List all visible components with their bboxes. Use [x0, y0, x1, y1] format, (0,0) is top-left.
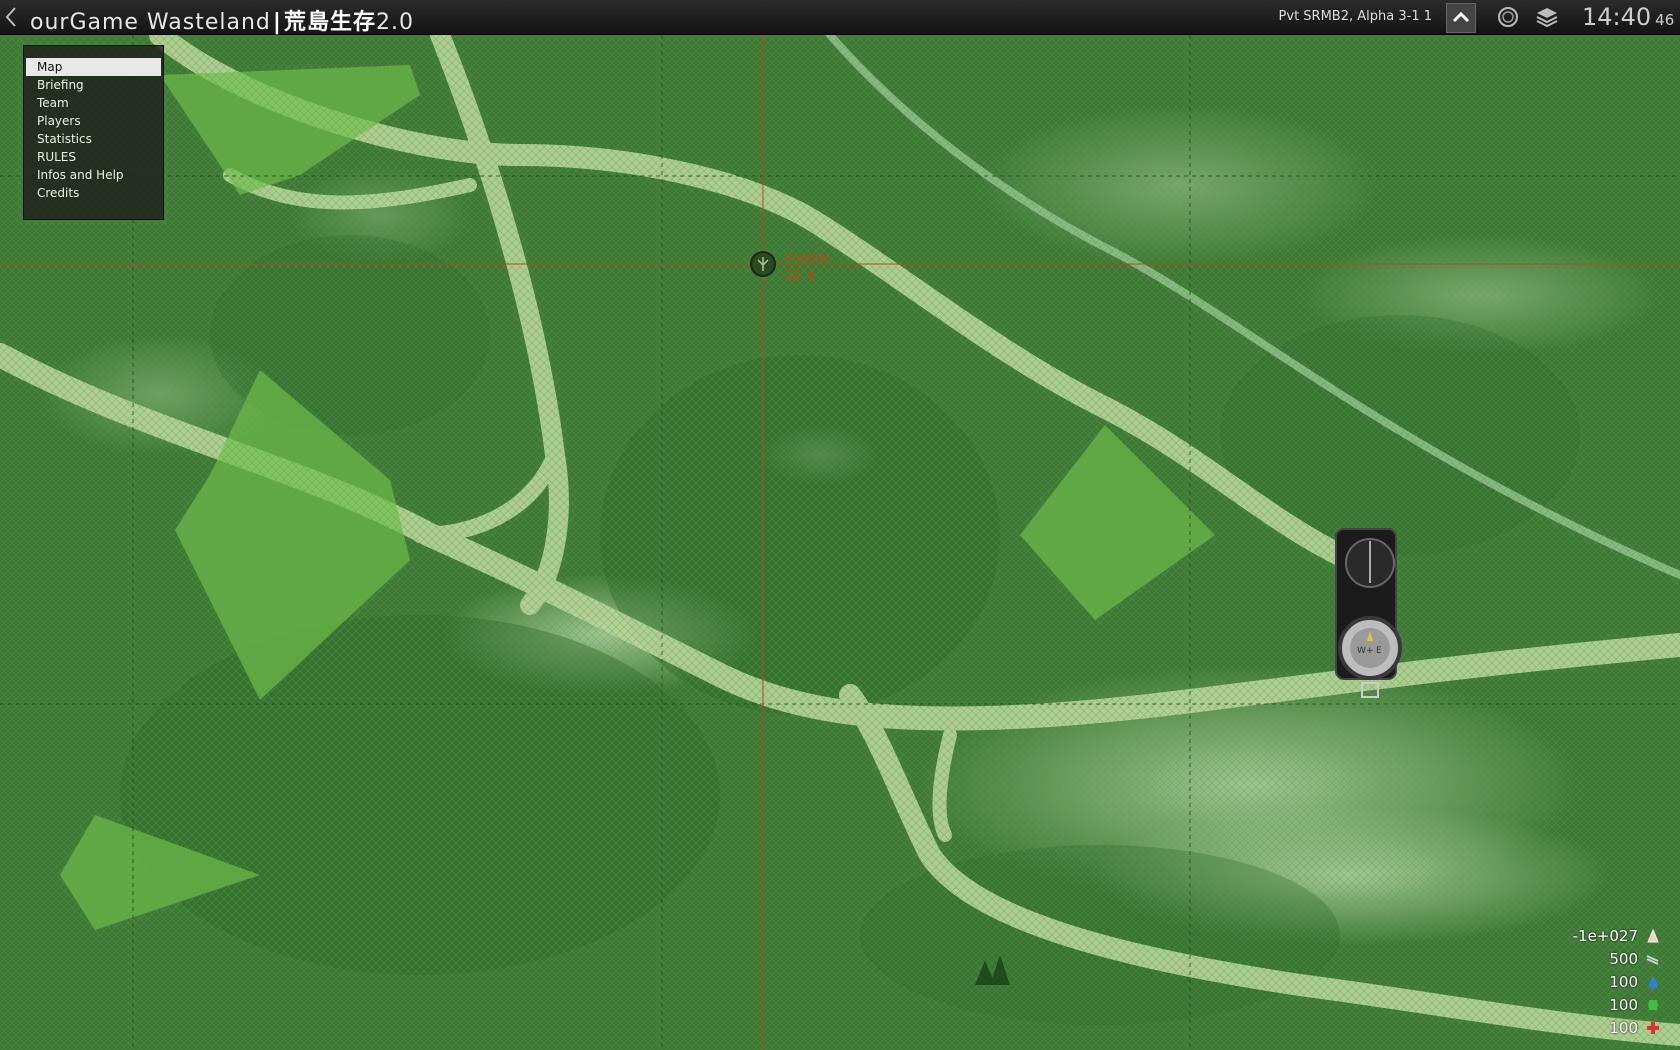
clock: 14:40 46 — [1582, 3, 1674, 31]
title-left: ourGame Wasteland — [30, 10, 271, 35]
ammo-value: 500 — [1609, 949, 1638, 968]
clock-seconds: 46 — [1655, 11, 1675, 29]
title-cn: 荒島生存 — [283, 10, 376, 35]
svg-text:E: E — [1376, 646, 1382, 656]
top-bar: ourGame Wasteland|荒島生存2.0 Pvt SRMB2, Alp… — [0, 0, 1680, 35]
stat-health: 100 — [1520, 1016, 1660, 1039]
collapse-button[interactable] — [1446, 3, 1476, 33]
menu-item-map[interactable]: Map — [26, 58, 161, 76]
title-separator: | — [272, 10, 282, 35]
mission-title: ourGame Wasteland|荒島生存2.0 — [30, 4, 414, 36]
player-stats: -1e+027 500 100 100 100 — [1520, 924, 1660, 1039]
clock-time: 14:40 — [1582, 3, 1652, 31]
menu-item-briefing[interactable]: Briefing — [26, 76, 161, 94]
map-menu: Map Briefing Team Players Statistics RUL… — [23, 45, 164, 220]
stat-water: 100 — [1520, 970, 1660, 993]
water-icon — [1649, 975, 1657, 989]
health-icon — [1647, 1021, 1659, 1034]
menu-item-rules[interactable]: RULES — [26, 148, 161, 166]
chevron-up-icon — [1452, 11, 1470, 23]
menu-item-team[interactable]: Team — [26, 94, 161, 112]
stat-money: -1e+027 — [1520, 924, 1660, 947]
water-value: 100 — [1609, 972, 1638, 991]
money-value: -1e+027 — [1572, 926, 1638, 945]
menu-item-statistics[interactable]: Statistics — [26, 130, 161, 148]
menu-item-infos[interactable]: Infos and Help — [26, 166, 161, 184]
compass-icon[interactable]: W + E — [1332, 523, 1406, 713]
title-version: 2.0 — [375, 10, 414, 35]
marker-distance: 22 m — [786, 268, 815, 282]
menu-item-players[interactable]: Players — [26, 112, 161, 130]
money-icon — [1647, 928, 1659, 942]
map-terrain — [0, 35, 1680, 1050]
player-info: Pvt SRMB2, Alpha 3-1 1 — [1278, 9, 1432, 24]
health-value: 100 — [1609, 1018, 1638, 1037]
svg-text:+: + — [1366, 646, 1374, 656]
map-view[interactable]: 035056 22 m W + E — [0, 35, 1680, 1050]
food-value: 100 — [1609, 995, 1638, 1014]
ammo-icon — [1646, 954, 1659, 965]
gps-icon[interactable] — [1496, 5, 1520, 29]
svg-text:W: W — [1357, 646, 1366, 656]
menu-item-credits[interactable]: Credits — [26, 184, 161, 202]
layers-icon[interactable] — [1535, 5, 1559, 29]
stat-food: 100 — [1520, 993, 1660, 1016]
player-marker-icon[interactable] — [750, 251, 776, 277]
marker-grid: 035056 — [786, 251, 830, 265]
chevron-left-icon[interactable] — [4, 6, 22, 28]
stat-ammo: 500 — [1520, 947, 1660, 970]
food-icon — [1648, 999, 1658, 1010]
